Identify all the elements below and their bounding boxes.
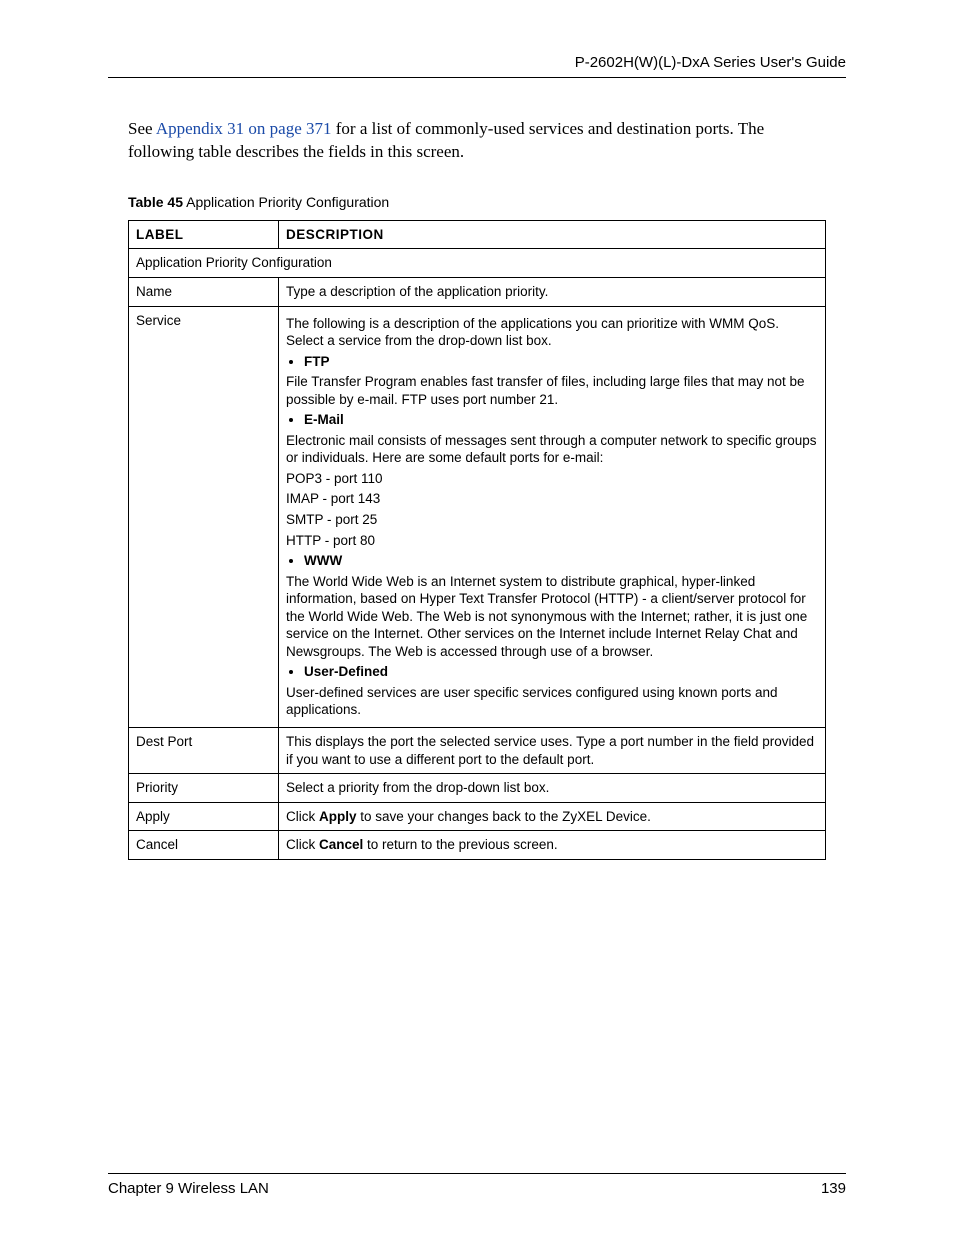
bullet-email: E-Mail xyxy=(304,411,818,429)
row-priority-label: Priority xyxy=(129,774,279,803)
page-footer: Chapter 9 Wireless LAN 139 xyxy=(108,1173,846,1197)
row-priority-desc: Select a priority from the drop-down lis… xyxy=(279,774,826,803)
appendix-link[interactable]: Appendix 31 on page 371 xyxy=(156,119,332,138)
row-service-label: Service xyxy=(129,306,279,727)
service-intro: The following is a description of the ap… xyxy=(286,315,818,350)
port-imap: IMAP - port 143 xyxy=(286,490,818,508)
row-service-desc: The following is a description of the ap… xyxy=(279,306,826,727)
intro-pre: See xyxy=(128,119,156,138)
config-table: LABEL DESCRIPTION Application Priority C… xyxy=(128,220,826,860)
apply-post: to save your changes back to the ZyXEL D… xyxy=(357,809,651,824)
row-cancel-label: Cancel xyxy=(129,831,279,860)
row-destport-desc: This displays the port the selected serv… xyxy=(279,728,826,774)
user-defined-desc: User-defined services are user specific … xyxy=(286,684,818,719)
section-header: Application Priority Configuration xyxy=(129,249,826,278)
bullet-www: WWW xyxy=(304,552,818,570)
bullet-ftp: FTP xyxy=(304,353,818,371)
www-desc: The World Wide Web is an Internet system… xyxy=(286,573,818,661)
table-caption: Table 45 Application Priority Configurat… xyxy=(128,194,826,210)
cancel-post: to return to the previous screen. xyxy=(363,837,557,852)
apply-pre: Click xyxy=(286,809,319,824)
apply-bold: Apply xyxy=(319,809,357,824)
ftp-desc: File Transfer Program enables fast trans… xyxy=(286,373,818,408)
table-caption-title: Application Priority Configuration xyxy=(183,194,389,210)
cancel-bold: Cancel xyxy=(319,837,363,852)
footer-page-number: 139 xyxy=(821,1180,846,1197)
bullet-user-defined: User-Defined xyxy=(304,663,818,681)
row-cancel-desc: Click Cancel to return to the previous s… xyxy=(279,831,826,860)
th-label: LABEL xyxy=(129,220,279,249)
email-desc: Electronic mail consists of messages sen… xyxy=(286,432,818,467)
row-destport-label: Dest Port xyxy=(129,728,279,774)
footer-chapter: Chapter 9 Wireless LAN xyxy=(108,1180,269,1197)
table-caption-number: Table 45 xyxy=(128,194,183,210)
row-name-desc: Type a description of the application pr… xyxy=(279,277,826,306)
th-description: DESCRIPTION xyxy=(279,220,826,249)
intro-paragraph: See Appendix 31 on page 371 for a list o… xyxy=(128,118,826,164)
row-apply-desc: Click Apply to save your changes back to… xyxy=(279,802,826,831)
cancel-pre: Click xyxy=(286,837,319,852)
row-name-label: Name xyxy=(129,277,279,306)
row-apply-label: Apply xyxy=(129,802,279,831)
header-guide-title: P-2602H(W)(L)-DxA Series User's Guide xyxy=(108,54,846,78)
port-http: HTTP - port 80 xyxy=(286,532,818,550)
port-smtp: SMTP - port 25 xyxy=(286,511,818,529)
port-pop3: POP3 - port 110 xyxy=(286,470,818,488)
